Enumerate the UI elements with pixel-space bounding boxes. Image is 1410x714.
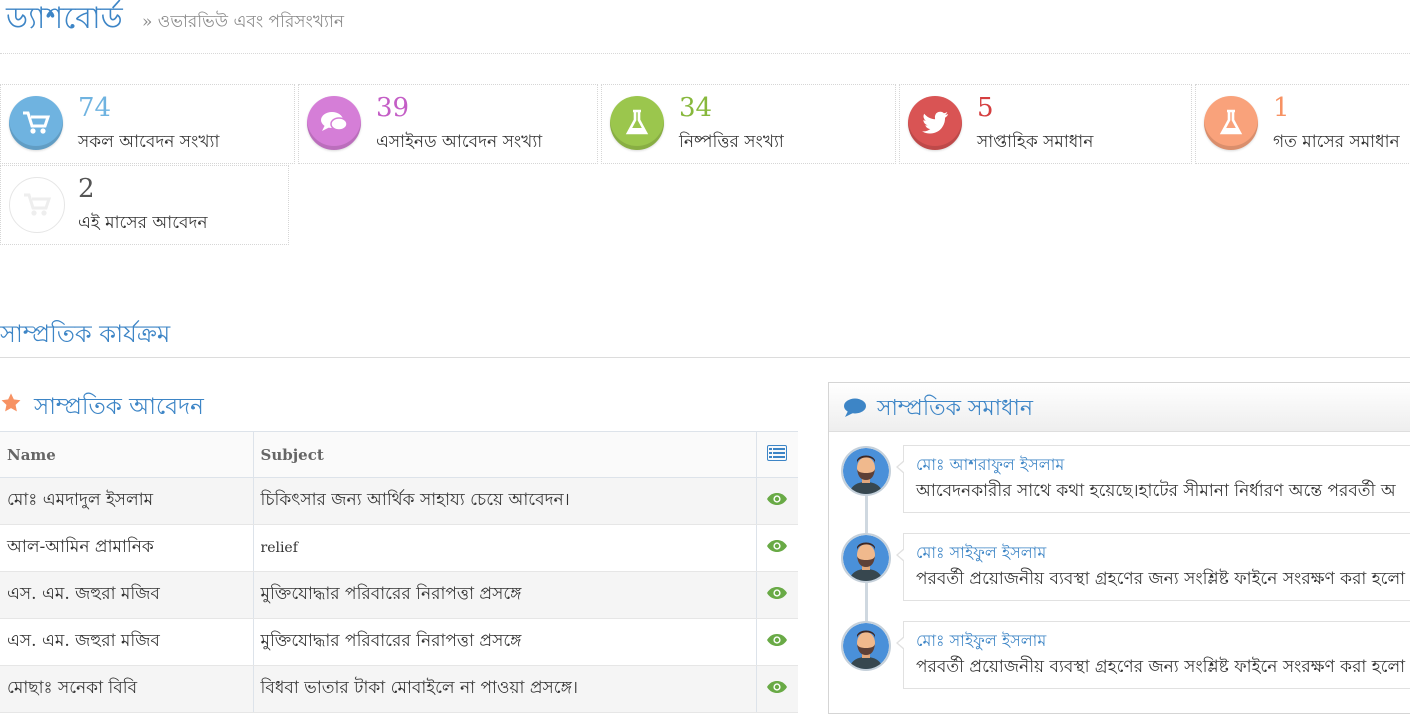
list-icon[interactable] xyxy=(756,431,798,478)
section-title: সাম্প্রতিক কার্যক্রম xyxy=(0,320,171,348)
table-row[interactable]: মোঃ এমদাদুল ইসলাম চিকিৎসার জন্য আর্থিক স… xyxy=(0,477,798,525)
solution-text: পরবর্তী প্রয়োজনীয় ব্যবস্থা গ্রহণের জন্… xyxy=(916,657,1406,677)
application-subject: relief xyxy=(253,524,757,572)
table-row[interactable]: এস. এম. জহুরা মজিব মুক্তিযোদ্ধার পরিবারে… xyxy=(0,618,798,666)
stat-box-last-month-solutions[interactable]: 1 গত মাসের সমাধান xyxy=(1195,84,1410,164)
stat-box-resolved-count[interactable]: 34 নিষ্পত্তির সংখ্যা xyxy=(601,84,896,164)
flask-icon xyxy=(610,96,664,150)
twitter-icon xyxy=(908,96,962,150)
applicant-name: আল-আমিন প্রামানিক xyxy=(0,524,254,572)
stat-value: 2 xyxy=(78,174,95,204)
solver-name[interactable]: মোঃ সাইফুল ইসলাম xyxy=(916,628,1046,655)
stat-value: 34 xyxy=(679,93,713,123)
eye-icon[interactable] xyxy=(756,477,798,525)
page-subtitle: » ওভারভিউ এবং পরিসংখ্যান xyxy=(142,12,345,32)
applicant-name: মোছাঃ সনেকা বিবি xyxy=(0,665,254,713)
solver-name[interactable]: মোঃ সাইফুল ইসলাম xyxy=(916,540,1046,567)
timeline-item[interactable]: মোঃ সাইফুল ইসলাম পরবর্তী প্রয়োজনীয় ব্য… xyxy=(896,621,1410,689)
section-divider xyxy=(0,357,1410,358)
page-title: ড্যাশবোর্ড xyxy=(6,1,123,36)
application-subject: মুক্তিযোদ্ধার পরিবারের নিরাপত্তা প্রসঙ্গ… xyxy=(253,618,757,666)
stat-box-all-applications[interactable]: 74 সকল আবেদন সংখ্যা xyxy=(0,84,295,164)
shopping-cart-icon xyxy=(9,96,63,150)
table-header-row: Name Subject xyxy=(0,431,798,478)
recent-solutions-title: সাম্প্রতিক সমাধান xyxy=(877,396,1033,421)
stat-box-this-month-applications[interactable]: 2 এই মাসের আবেদন xyxy=(0,165,289,245)
recent-applications-table: Name Subject মোঃ এমদাদুল ইসলাম চিকিৎসার … xyxy=(0,431,798,713)
table-row[interactable]: মোছাঃ সনেকা বিবি বিধবা ভাতার টাকা মোবাইল… xyxy=(0,665,798,713)
timeline-item[interactable]: মোঃ সাইফুল ইসলাম পরবর্তী প্রয়োজনীয় ব্য… xyxy=(896,533,1410,601)
stat-value: 1 xyxy=(1273,93,1290,123)
application-subject: মুক্তিযোদ্ধার পরিবারের নিরাপত্তা প্রসঙ্গ… xyxy=(253,571,757,619)
stat-box-weekly-solutions[interactable]: 5 সাপ্তাহিক সমাধান xyxy=(899,84,1192,164)
stat-label: সকল আবেদন সংখ্যা xyxy=(78,132,220,152)
eye-icon[interactable] xyxy=(756,524,798,572)
panel-header: সাম্প্রতিক সমাধান xyxy=(829,383,1410,432)
solution-text: পরবর্তী প্রয়োজনীয় ব্যবস্থা গ্রহণের জন্… xyxy=(916,569,1406,589)
header-divider xyxy=(0,53,1410,54)
stat-label: নিষ্পত্তির সংখ্যা xyxy=(679,132,784,152)
stat-label: এসাইনড আবেদন সংখ্যা xyxy=(376,132,543,152)
avatar xyxy=(841,446,891,496)
stat-label: এই মাসের আবেদন xyxy=(78,213,208,233)
flask-icon xyxy=(1204,96,1258,150)
comments-icon xyxy=(307,96,361,150)
stat-label: গত মাসের সমাধান xyxy=(1273,132,1400,152)
comment-icon xyxy=(843,398,867,422)
table-row[interactable]: আল-আমিন প্রামানিক relief xyxy=(0,524,798,572)
applicant-name: এস. এম. জহুরা মজিব xyxy=(0,571,254,619)
column-header-subject[interactable]: Subject xyxy=(253,431,757,478)
applicant-name: এস. এম. জহুরা মজিব xyxy=(0,618,254,666)
applicant-name: মোঃ এমদাদুল ইসলাম xyxy=(0,477,254,525)
column-header-name[interactable]: Name xyxy=(0,431,254,478)
avatar xyxy=(841,533,891,583)
stat-value: 5 xyxy=(977,93,994,123)
eye-icon[interactable] xyxy=(756,618,798,666)
recent-applications-title: সাম্প্রতিক আবেদন xyxy=(34,394,204,420)
application-subject: বিধবা ভাতার টাকা মোবাইলে না পাওয়া প্রসঙ… xyxy=(253,665,757,713)
star-icon xyxy=(0,392,22,418)
solver-name[interactable]: মোঃ আশরাফুল ইসলাম xyxy=(916,452,1064,479)
table-row[interactable]: এস. এম. জহুরা মজিব মুক্তিযোদ্ধার পরিবারে… xyxy=(0,571,798,619)
timeline-item[interactable]: মোঃ আশরাফুল ইসলাম আবেদনকারীর সাথে কথা হয… xyxy=(896,445,1410,513)
eye-icon[interactable] xyxy=(756,665,798,713)
eye-icon[interactable] xyxy=(756,571,798,619)
application-subject: চিকিৎসার জন্য আর্থিক সাহায্য চেয়ে আবেদন… xyxy=(253,477,757,525)
stat-label: সাপ্তাহিক সমাধান xyxy=(977,132,1094,152)
solution-text: আবেদনকারীর সাথে কথা হয়েছে।হাটের সীমানা … xyxy=(916,481,1396,501)
shopping-cart-icon xyxy=(9,177,65,233)
stat-value: 74 xyxy=(78,93,112,123)
stat-value: 39 xyxy=(376,93,410,123)
avatar xyxy=(841,621,891,671)
stat-box-assigned-applications[interactable]: 39 এসাইনড আবেদন সংখ্যা xyxy=(298,84,598,164)
